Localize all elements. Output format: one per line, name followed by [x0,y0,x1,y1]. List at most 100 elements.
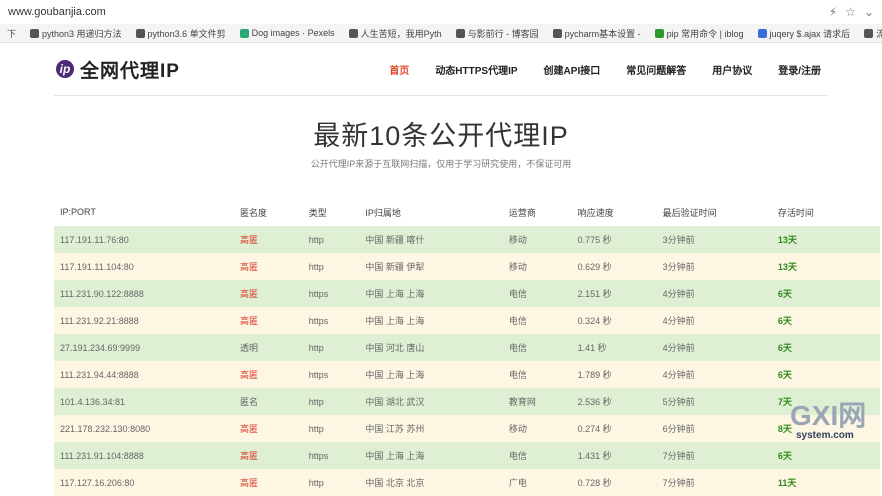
cell-isp: 电信 [508,361,577,388]
cell-loc: 中国 上海 上海 [364,307,508,334]
cell-ip: 117.127.16.206:80 [54,469,239,496]
cell-alive: 6天 [777,334,880,361]
cell-type: http [308,469,365,496]
header-divider [54,95,828,96]
table-row: 101.4.136.34:81匿名http中国 湖北 武汉教育网2.536 秒5… [54,388,880,415]
nav-link[interactable]: 登录/注册 [765,62,834,77]
cell-type: http [308,415,365,442]
nav-link[interactable]: 创建API接口 [531,62,614,77]
cell-anon: 高匿 [239,226,308,253]
cell-type: https [308,307,365,334]
column-header: 响应速度 [577,198,662,226]
watermark-logo: GXI网 system.com [788,397,876,441]
cell-loc: 中国 河北 唐山 [364,334,508,361]
site-logo[interactable]: ip 全网代理IP [56,56,180,83]
cell-type: http [308,226,365,253]
bookmark-item[interactable]: 下 [0,27,23,40]
cell-verified: 4分钟前 [662,334,777,361]
cell-alive: 6天 [777,442,880,469]
table-header-row: IP:PORT匿名度类型IP归属地运营商响应速度最后验证时间存活时间 [54,198,880,226]
cell-ip: 101.4.136.34:81 [54,388,239,415]
bookmark-item[interactable]: 流星飞雨v - 博客 [857,27,882,40]
cell-ip: 111.231.91.104:8888 [54,442,239,469]
cell-speed: 2.536 秒 [577,388,662,415]
cell-alive: 6天 [777,307,880,334]
nav-link[interactable]: 首页 [376,62,422,77]
cell-type: http [308,253,365,280]
cell-ip: 111.231.90.122:8888 [54,280,239,307]
column-header: 匿名度 [239,198,308,226]
cell-type: https [308,361,365,388]
column-header: 存活时间 [777,198,880,226]
cell-isp: 电信 [508,307,577,334]
cell-isp: 移动 [508,415,577,442]
table-row: 27.191.234.69:9999透明http中国 河北 唐山电信1.41 秒… [54,334,880,361]
cell-ip: 117.191.11.104:80 [54,253,239,280]
proxy-table: IP:PORT匿名度类型IP归属地运营商响应速度最后验证时间存活时间 117.1… [54,198,880,496]
table-row: 111.231.92.21:8888高匿https中国 上海 上海电信0.324… [54,307,880,334]
site-header: ip 全网代理IP 首页动态HTTPS代理IP创建API接口常见问题解答用户协议… [0,43,882,95]
cell-alive: 6天 [777,280,880,307]
cell-verified: 3分钟前 [662,253,777,280]
star-icon[interactable]: ☆ [845,5,856,19]
page-subtitle: 公开代理IP来源于互联网扫描，仅用于学习研究使用，不保证可用 [0,157,882,170]
table-row: 111.231.91.104:8888高匿https中国 上海 上海电信1.43… [54,442,880,469]
bookmark-item[interactable]: python3.6 单文件剪 [129,27,233,40]
cell-type: http [308,388,365,415]
bookmark-item[interactable]: 人生苦短，我用Pyth [342,27,449,40]
cell-ip: 117.191.11.76:80 [54,226,239,253]
bookmark-item[interactable]: 与影前行 - 博客园 [449,27,546,40]
bookmark-label: python3.6 单文件剪 [148,27,226,40]
column-header: IP归属地 [364,198,508,226]
chevron-down-icon[interactable]: ⌄ [864,5,874,19]
cell-isp: 电信 [508,334,577,361]
watermark-domain: system.com [796,430,854,441]
cell-alive: 13天 [777,226,880,253]
table-row: 117.127.16.206:80高匿http中国 北京 北京广电0.728 秒… [54,469,880,496]
cell-anon: 匿名 [239,388,308,415]
watermark-brand: GXI网 [790,400,866,431]
cell-alive: 6天 [777,361,880,388]
cell-anon: 高匿 [239,442,308,469]
bookmark-item[interactable]: juqery $.ajax 请求后 [751,27,858,40]
nav-link[interactable]: 动态HTTPS代理IP [422,62,530,77]
cell-speed: 2.151 秒 [577,280,662,307]
cell-verified: 7分钟前 [662,469,777,496]
column-header: 运营商 [508,198,577,226]
bookmark-item[interactable]: pycharm基本设置 - [546,27,648,40]
bookmark-label: 下 [7,27,16,40]
cell-alive: 13天 [777,253,880,280]
cell-speed: 0.324 秒 [577,307,662,334]
cell-anon: 高匿 [239,361,308,388]
cell-ip: 27.191.234.69:9999 [54,334,239,361]
bookmark-label: juqery $.ajax 请求后 [770,27,851,40]
cell-anon: 高匿 [239,307,308,334]
table-row: 111.231.90.122:8888高匿https中国 上海 上海电信2.15… [54,280,880,307]
table-row: 117.191.11.104:80高匿http中国 新疆 伊犁移动0.629 秒… [54,253,880,280]
nav-link[interactable]: 用户协议 [699,62,765,77]
column-header: 最后验证时间 [662,198,777,226]
bolt-icon[interactable]: ⚡ [829,5,837,19]
cell-verified: 4分钟前 [662,280,777,307]
cell-speed: 0.775 秒 [577,226,662,253]
bookmark-favicon-icon [456,29,465,38]
bookmark-favicon-icon [240,29,249,38]
bookmark-item[interactable]: Dog images · Pexels [233,28,342,38]
bookmark-favicon-icon [758,29,767,38]
nav-link[interactable]: 常见问题解答 [613,62,699,77]
bookmark-label: pip 常用命令 | iblog [667,27,744,40]
cell-isp: 移动 [508,226,577,253]
cell-isp: 移动 [508,253,577,280]
bookmark-favicon-icon [864,29,873,38]
cell-ip: 111.231.92.21:8888 [54,307,239,334]
bookmark-item[interactable]: pip 常用命令 | iblog [648,27,751,40]
cell-type: http [308,334,365,361]
cell-verified: 6分钟前 [662,415,777,442]
cell-speed: 1.41 秒 [577,334,662,361]
bookmark-favicon-icon [136,29,145,38]
bookmark-label: python3 用递归方法 [42,27,122,40]
cell-isp: 教育网 [508,388,577,415]
cell-speed: 0.728 秒 [577,469,662,496]
url-input[interactable]: www.goubanjia.com [8,6,829,18]
bookmark-item[interactable]: python3 用递归方法 [23,27,129,40]
